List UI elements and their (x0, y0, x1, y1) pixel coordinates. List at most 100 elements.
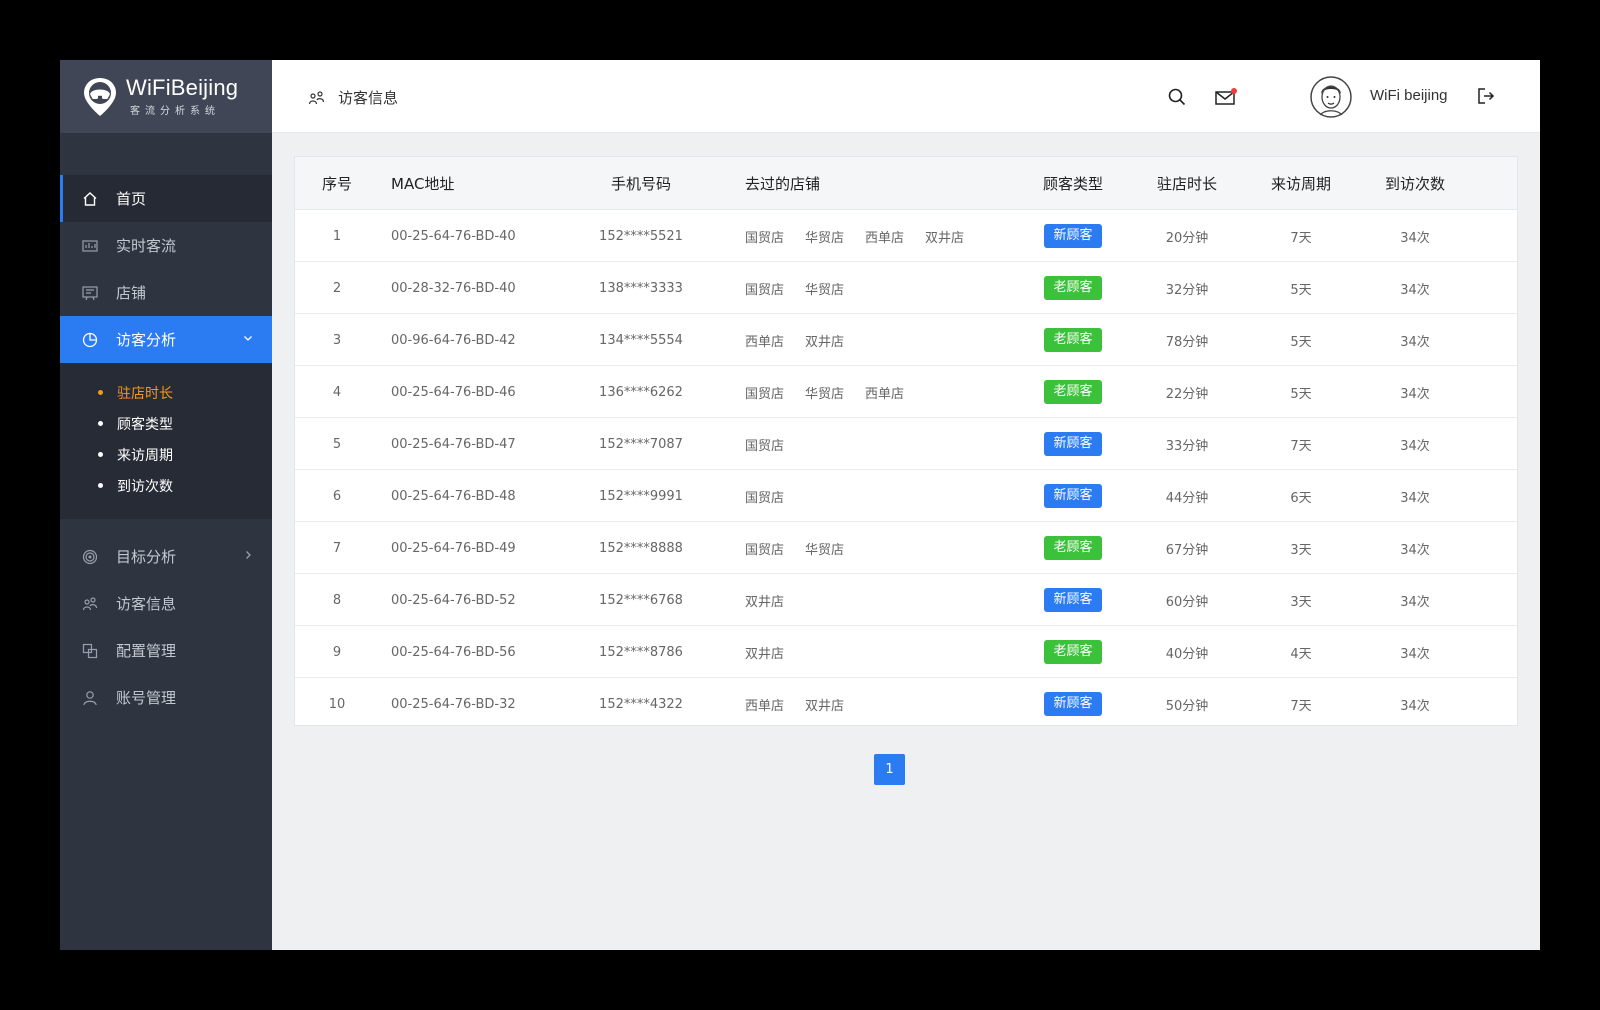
cell-type: 老顾客 (1044, 522, 1102, 574)
sidebar-item-account[interactable]: 账号管理 (60, 674, 272, 721)
cell-type: 老顾客 (1044, 366, 1102, 418)
table-row[interactable]: 4 00-25-64-76-BD-46 136****6262 国贸店 华贸店 西单店 老顾… (295, 366, 1517, 418)
username[interactable]: WiFi beijing (1370, 87, 1448, 104)
cell-count: 34次 (1400, 282, 1430, 298)
pagination-page-button[interactable]: 1 (874, 754, 905, 785)
cell-phone: 152****7087 (599, 436, 683, 452)
cell-cycle: 6天 (1290, 490, 1312, 506)
sidebar-item-visitor-analysis[interactable]: 访客分析 (60, 316, 272, 363)
visitor-analysis-submenu: 驻店时长 顾客类型 来访周期 到访次数 (60, 363, 272, 519)
realtime-flow-icon (82, 238, 98, 254)
brand[interactable]: WiFiBeijing 客流分析系统 (60, 60, 272, 133)
shop-tag: 国贸店 (745, 386, 785, 402)
cell-mac: 00-25-64-76-BD-47 (391, 436, 516, 452)
cell-phone: 152****5521 (599, 228, 683, 244)
sidebar-item-label: 首页 (116, 190, 147, 208)
cell-mac: 00-25-64-76-BD-32 (391, 696, 516, 712)
table-row[interactable]: 6 00-25-64-76-BD-48 152****9991 国贸店 新顾客 44分钟 6… (295, 470, 1517, 522)
cell-cycle: 3天 (1290, 542, 1312, 558)
cell-count: 34次 (1400, 438, 1430, 454)
cell-shops: 国贸店 华贸店 西单店 (745, 366, 925, 418)
cell-mac: 00-25-64-76-BD-40 (391, 228, 516, 244)
logout-icon[interactable] (1477, 87, 1495, 105)
customer-type-badge: 老顾客 (1044, 640, 1102, 664)
cell-mac: 00-25-64-76-BD-46 (391, 384, 516, 400)
table-row[interactable]: 1 00-25-64-76-BD-40 152****5521 国贸店 华贸店 西单店 双井… (295, 210, 1517, 262)
avatar[interactable] (1310, 76, 1352, 118)
cell-count: 34次 (1400, 594, 1430, 610)
store-icon (82, 285, 98, 301)
cell-index: 9 (332, 644, 342, 660)
bullet-icon (98, 390, 103, 395)
table-row[interactable]: 2 00-28-32-76-BD-40 138****3333 国贸店 华贸店 老顾客 32… (295, 262, 1517, 314)
table-row[interactable]: 8 00-25-64-76-BD-52 152****6768 双井店 新顾客 60分钟 3… (295, 574, 1517, 626)
top-header: 访客信息 WiFi beijing (272, 60, 1540, 133)
sidebar-item-home[interactable]: 首页 (60, 175, 272, 222)
cell-duration: 67分钟 (1165, 542, 1209, 558)
chevron-down-icon (242, 332, 254, 344)
table-row[interactable]: 7 00-25-64-76-BD-49 152****8888 国贸店 华贸店 老顾客 67… (295, 522, 1517, 574)
shop-tag: 西单店 (865, 230, 905, 246)
cell-shops: 国贸店 华贸店 (745, 522, 865, 574)
cell-shops: 西单店 双井店 (745, 314, 865, 366)
cell-type: 老顾客 (1044, 314, 1102, 366)
submenu-item-customer-type[interactable]: 顾客类型 (60, 408, 272, 439)
breadcrumb-label: 访客信息 (338, 89, 399, 107)
cell-count: 34次 (1400, 334, 1430, 350)
column-header-mac: MAC地址 (391, 174, 455, 193)
sidebar: WiFiBeijing 客流分析系统 首页 实时客流 店铺 访客分析 驻店时长 … (60, 60, 272, 950)
shop-tag: 双井店 (745, 594, 785, 610)
shop-tag: 华贸店 (805, 542, 845, 558)
cell-count: 34次 (1400, 698, 1430, 714)
cell-duration: 60分钟 (1165, 594, 1209, 610)
table-row[interactable]: 9 00-25-64-76-BD-56 152****8786 双井店 老顾客 40分钟 4… (295, 626, 1517, 678)
table-header: 序号 MAC地址 手机号码 去过的店铺 顾客类型 驻店时长 来访周期 到访次数 (295, 157, 1517, 210)
cell-duration: 32分钟 (1165, 282, 1209, 298)
cell-count: 34次 (1400, 490, 1430, 506)
cell-shops: 国贸店 华贸店 (745, 262, 865, 314)
cell-type: 新顾客 (1044, 210, 1102, 262)
cell-shops: 国贸店 (745, 470, 805, 522)
sidebar-item-store[interactable]: 店铺 (60, 269, 272, 316)
sidebar-nav: 首页 实时客流 店铺 访客分析 驻店时长 顾客类型 来访周期 到访次数 目标分析… (60, 175, 272, 721)
visitors-icon (308, 90, 326, 106)
shop-tag: 华贸店 (805, 282, 845, 298)
sidebar-item-visitor-info[interactable]: 访客信息 (60, 580, 272, 627)
cell-phone: 152****8786 (599, 644, 683, 660)
shop-tag: 双井店 (745, 646, 785, 662)
device-bezel: WiFiBeijing 客流分析系统 首页 实时客流 店铺 访客分析 驻店时长 … (0, 0, 1600, 1010)
cell-mac: 00-96-64-76-BD-42 (391, 332, 516, 348)
cell-duration: 22分钟 (1165, 386, 1209, 402)
mail-icon[interactable] (1215, 88, 1237, 106)
submenu-label: 来访周期 (117, 447, 173, 464)
cell-type: 老顾客 (1044, 626, 1102, 678)
shop-tag: 双井店 (805, 698, 845, 714)
submenu-item-visit-cycle[interactable]: 来访周期 (60, 439, 272, 470)
search-icon[interactable] (1168, 88, 1186, 106)
submenu-label: 驻店时长 (117, 385, 173, 402)
submenu-item-visit-count[interactable]: 到访次数 (60, 470, 272, 501)
shop-tag: 双井店 (805, 334, 845, 350)
sidebar-item-target-analysis[interactable]: 目标分析 (60, 533, 272, 580)
cell-index: 8 (332, 592, 342, 608)
submenu-item-stay-duration[interactable]: 驻店时长 (60, 377, 272, 408)
cell-phone: 152****4322 (599, 696, 683, 712)
column-header-duration: 驻店时长 (1157, 174, 1218, 193)
cell-count: 34次 (1400, 230, 1430, 246)
brand-name: WiFiBeijing (126, 75, 239, 100)
home-icon (82, 191, 98, 207)
shop-tag: 西单店 (745, 334, 785, 350)
table-row[interactable]: 3 00-96-64-76-BD-42 134****5554 西单店 双井店 老顾客 78… (295, 314, 1517, 366)
cell-duration: 44分钟 (1165, 490, 1209, 506)
customer-type-badge: 新顾客 (1044, 692, 1102, 716)
sidebar-item-config[interactable]: 配置管理 (60, 627, 272, 674)
table-row[interactable]: 5 00-25-64-76-BD-47 152****7087 国贸店 新顾客 33分钟 7… (295, 418, 1517, 470)
sidebar-item-realtime-flow[interactable]: 实时客流 (60, 222, 272, 269)
submenu-label: 顾客类型 (117, 416, 173, 433)
cell-cycle: 5天 (1290, 334, 1312, 350)
shop-tag: 国贸店 (745, 438, 785, 454)
cell-shops: 国贸店 华贸店 西单店 双井店 (745, 210, 985, 262)
table-row[interactable]: 10 00-25-64-76-BD-32 152****4322 西单店 双井店 新顾客 5… (295, 678, 1517, 730)
cell-index: 4 (332, 384, 342, 400)
